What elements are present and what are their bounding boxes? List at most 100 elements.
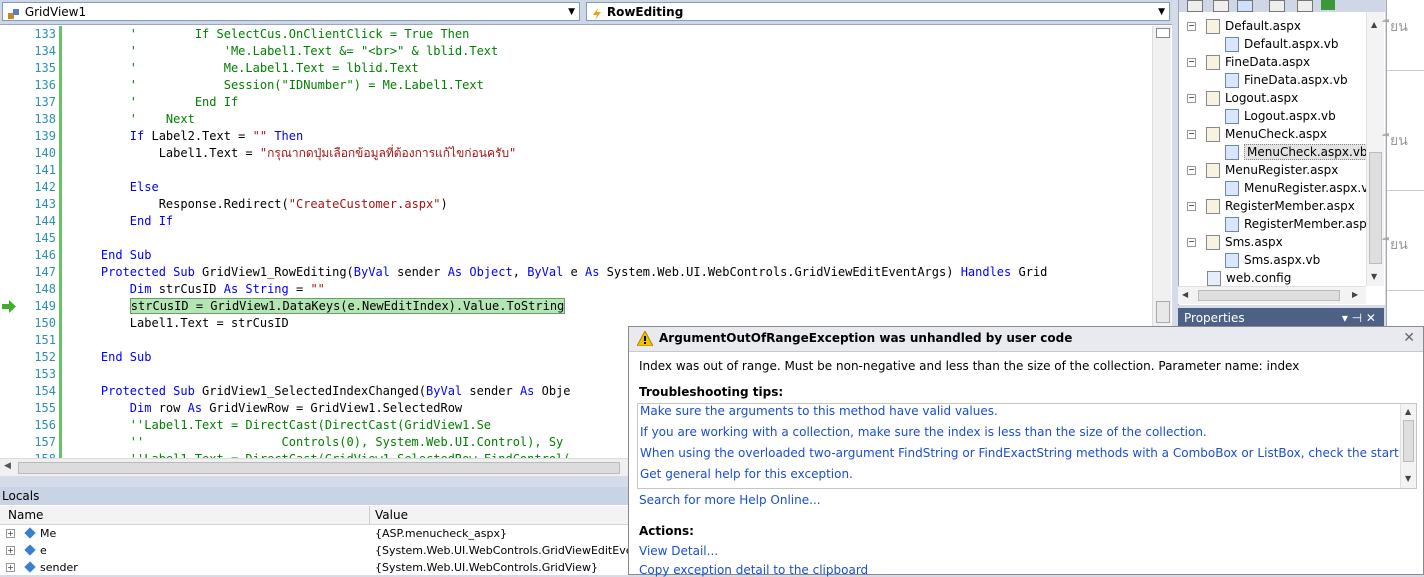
code-text: ''Label1.Text = DirectCast(DirectCast(Gr… xyxy=(72,417,491,434)
code-token: Label1.Text = strCusID xyxy=(72,316,289,330)
locals-row[interactable]: + e {System.Web.UI.WebControls.GridViewEdi… xyxy=(0,542,675,559)
code-text: Dim strCusID As String = "" xyxy=(72,281,325,298)
line-number: 135 xyxy=(34,61,56,75)
code-line[interactable]: 142 Else xyxy=(0,179,1152,196)
scroll-left-icon[interactable]: ◀ xyxy=(4,461,11,471)
solution-item[interactable]: − Logout.aspx xyxy=(1187,89,1298,107)
show-all-files-icon[interactable] xyxy=(1237,0,1253,12)
scroll-up-button[interactable] xyxy=(1156,28,1170,38)
event-lightning-icon xyxy=(591,7,603,20)
method-name-combo[interactable]: RowEditing ▼ xyxy=(586,2,1170,21)
aspx-file-icon xyxy=(1206,55,1220,70)
locals-row[interactable]: + Me {ASP.menucheck_aspx} xyxy=(0,525,630,542)
code-line[interactable]: 144 End If xyxy=(0,213,1152,230)
code-token: Dim xyxy=(129,401,152,415)
collapse-icon[interactable]: − xyxy=(1187,22,1196,31)
column-divider[interactable] xyxy=(369,506,370,524)
code-text: ' If SelectCus.OnClientClick = True Then xyxy=(72,26,470,43)
scroll-up-icon[interactable]: ▲ xyxy=(1371,20,1377,29)
locals-row[interactable]: + sender {System.Web.UI.WebControls.GridVi… xyxy=(0,559,630,576)
solution-item[interactable]: − MenuRegister.aspx xyxy=(1187,161,1338,179)
chevron-down-icon: ▼ xyxy=(1158,7,1165,17)
code-line[interactable]: 135 ' Me.Label1.Text = lblid.Text xyxy=(0,60,1152,77)
class-name-combo[interactable]: GridView1 ▼ xyxy=(2,2,580,21)
code-token: ' End If xyxy=(72,95,239,109)
solution-item[interactable]: MenuCheck.aspx.vb xyxy=(1225,143,1371,161)
code-line[interactable]: 134 ' 'Me.Label1.Text &= "<br>" & lblid.… xyxy=(0,43,1152,60)
code-line[interactable]: 141 xyxy=(0,162,1152,179)
code-line[interactable]: 139 If Label2.Text = "" Then xyxy=(0,128,1152,145)
solution-vertical-scrollbar[interactable]: ▲ ▼ xyxy=(1366,12,1384,286)
solution-item[interactable]: web.config xyxy=(1187,269,1291,287)
code-line[interactable]: 137 ' End If xyxy=(0,94,1152,111)
code-text: ' End If xyxy=(72,94,238,111)
scroll-thumb[interactable] xyxy=(1403,420,1414,462)
scroll-thumb[interactable] xyxy=(18,462,620,474)
view-code-icon[interactable] xyxy=(1269,0,1285,12)
troubleshooting-tip-link[interactable]: Get general help for this exception. xyxy=(640,467,853,481)
code-line[interactable]: 146 End Sub xyxy=(0,247,1152,264)
code-line[interactable]: 145 xyxy=(0,230,1152,247)
code-line[interactable]: 140 Label1.Text = "กรุณากดปุ่มเลือกข้อมู… xyxy=(0,145,1152,162)
code-token: ByVal xyxy=(426,384,463,398)
code-line[interactable]: 138 ' Next xyxy=(0,111,1152,128)
solution-item[interactable]: − Sms.aspx xyxy=(1187,233,1283,251)
solution-item[interactable]: − Default.aspx xyxy=(1187,17,1301,35)
properties-icon[interactable] xyxy=(1187,0,1203,12)
collapse-icon[interactable]: − xyxy=(1187,202,1196,211)
troubleshooting-tip-link[interactable]: When using the overloaded two-argument F… xyxy=(640,446,1416,460)
scroll-left-icon[interactable]: ◀ xyxy=(1182,290,1188,299)
solution-toolbar xyxy=(1179,0,1385,12)
collapse-icon[interactable]: − xyxy=(1187,58,1196,67)
code-line[interactable]: 149 strCusID = GridView1.DataKeys(e.NewE… xyxy=(0,298,1152,315)
close-icon[interactable]: ✕ xyxy=(1403,330,1415,346)
solution-item-label: Sms.aspx.vb xyxy=(1244,253,1321,267)
scroll-thumb[interactable] xyxy=(1198,290,1340,301)
search-help-online-link[interactable]: Search for more Help Online... xyxy=(639,493,821,507)
scroll-down-icon[interactable]: ▼ xyxy=(1371,272,1377,281)
refresh-icon[interactable] xyxy=(1213,0,1229,12)
local-name: sender xyxy=(40,561,78,574)
solution-horizontal-scrollbar[interactable]: ◀ ▶ xyxy=(1178,286,1366,304)
solution-item-label: FineData.aspx xyxy=(1225,55,1311,69)
code-line[interactable]: 147 Protected Sub GridView1_RowEditing(B… xyxy=(0,264,1152,281)
code-token: , xyxy=(512,265,528,279)
expand-icon[interactable]: + xyxy=(6,563,15,572)
vb-file-icon xyxy=(1225,145,1239,160)
tips-scrollbar[interactable]: ▲ ▼ xyxy=(1400,404,1416,488)
view-designer-icon[interactable] xyxy=(1297,0,1313,12)
window-pin-close-icons[interactable]: ▾ ⊣ ✕ xyxy=(1342,308,1376,328)
solution-item-label: Logout.aspx.vb xyxy=(1244,109,1336,123)
class-view-icon[interactable] xyxy=(1321,0,1335,10)
collapse-icon[interactable]: − xyxy=(1187,130,1196,139)
code-line[interactable]: 148 Dim strCusID As String = "" xyxy=(0,281,1152,298)
troubleshooting-tip-link[interactable]: If you are working with a collection, ma… xyxy=(640,425,1207,439)
solution-item[interactable]: Sms.aspx.vb xyxy=(1225,251,1320,269)
scroll-right-icon[interactable]: ▶ xyxy=(1352,290,1358,299)
collapse-icon[interactable]: − xyxy=(1187,166,1196,175)
collapse-icon[interactable]: − xyxy=(1187,238,1196,247)
code-line[interactable]: 136 ' Session("IDNumber") = Me.Label1.Te… xyxy=(0,77,1152,94)
view-detail-link[interactable]: View Detail... xyxy=(639,544,718,558)
solution-item[interactable]: Logout.aspx.vb xyxy=(1225,107,1336,125)
solution-item[interactable]: − MenuCheck.aspx xyxy=(1187,125,1327,143)
solution-item[interactable]: Default.aspx.vb xyxy=(1225,35,1339,53)
solution-item[interactable]: RegisterMember.aspx. xyxy=(1225,215,1378,233)
solution-item[interactable]: MenuRegister.aspx.vb xyxy=(1225,179,1376,197)
troubleshooting-tip-link[interactable]: Make sure the arguments to this method h… xyxy=(640,404,998,418)
solution-item[interactable]: FineData.aspx.vb xyxy=(1225,71,1348,89)
column-value-header[interactable]: Value xyxy=(375,506,408,524)
code-token: As Object xyxy=(447,265,513,279)
expand-icon[interactable]: + xyxy=(6,546,15,555)
scroll-down-icon[interactable]: ▼ xyxy=(1405,474,1411,483)
code-line[interactable]: 133 ' If SelectCus.OnClientClick = True … xyxy=(0,26,1152,43)
scroll-thumb[interactable] xyxy=(1369,152,1382,264)
code-line[interactable]: 143 Response.Redirect("CreateCustomer.as… xyxy=(0,196,1152,213)
column-name-header[interactable]: Name xyxy=(8,506,43,524)
solution-item[interactable]: − FineData.aspx xyxy=(1187,53,1310,71)
collapse-icon[interactable]: − xyxy=(1187,94,1196,103)
scroll-up-icon[interactable]: ▲ xyxy=(1405,407,1411,416)
expand-icon[interactable]: + xyxy=(6,529,15,538)
solution-item[interactable]: − RegisterMember.aspx xyxy=(1187,197,1355,215)
scroll-thumb[interactable] xyxy=(1156,301,1170,323)
